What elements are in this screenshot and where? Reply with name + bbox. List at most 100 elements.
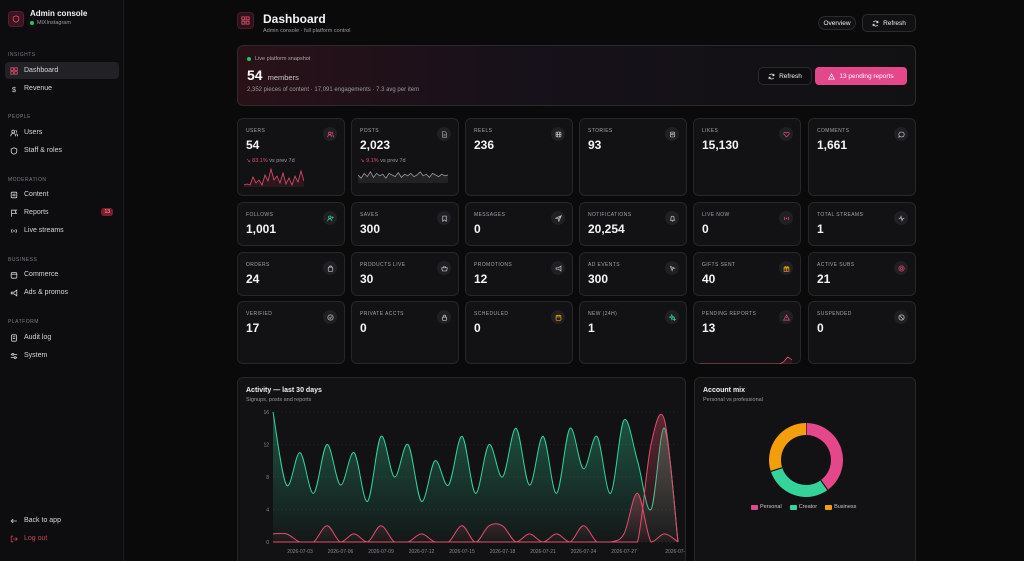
stat-card-verified[interactable]: VERIFIED 17 (237, 301, 345, 364)
sidebar-item-ads-promos[interactable]: Ads & promos (5, 284, 119, 301)
stat-label: PROMOTIONS (474, 262, 513, 268)
logout-link[interactable]: Log out (5, 530, 119, 547)
shield-logo-icon (8, 11, 24, 27)
account-mix-title: Account mix (703, 387, 746, 394)
stat-label: ACTIVE SUBS (817, 262, 855, 268)
back-to-app-label: Back to app (24, 517, 61, 524)
series-area (273, 412, 678, 542)
legend-item-personal: Personal (751, 504, 782, 510)
sidebar-item-staff-roles[interactable]: Staff & roles (5, 142, 119, 159)
story-icon (665, 127, 679, 141)
sidebar-item-dashboard[interactable]: Dashboard (5, 62, 119, 79)
stat-card-promotions[interactable]: PROMOTIONS 12 (465, 252, 573, 296)
bag-icon (323, 261, 337, 275)
stat-card-scheduled[interactable]: SCHEDULED 0 (465, 301, 573, 364)
donut-slice-personal[interactable] (805, 423, 843, 490)
flag-icon (11, 209, 18, 217)
nav-section-insights: INSIGHTS (8, 52, 36, 58)
stat-card-ad-events[interactable]: AD EVENTS 300 (579, 252, 687, 296)
stat-label: SCHEDULED (474, 311, 509, 317)
stat-card-live-now[interactable]: LIVE NOW 0 (693, 202, 801, 246)
stat-card-messages[interactable]: MESSAGES 0 (465, 202, 573, 246)
stat-card-products-live[interactable]: PRODUCTS LIVE 30 (351, 252, 459, 296)
stat-card-users[interactable]: USERS 54 ↘ 83.1% vs prev 7d (237, 118, 345, 196)
sidebar-item-system[interactable]: System (5, 347, 119, 364)
pending-reports-button[interactable]: 13 pending reports (815, 67, 907, 85)
sparkle-icon (665, 310, 679, 324)
broadcast-icon (11, 228, 17, 233)
sidebar-item-commerce[interactable]: Commerce (5, 266, 119, 283)
refresh-icon (872, 20, 879, 26)
stat-card-stories[interactable]: STORIES 93 (579, 118, 687, 196)
donut-slice-creator[interactable] (770, 467, 828, 497)
stat-card-new-24h[interactable]: NEW (24H) 1 (579, 301, 687, 364)
back-to-app-link[interactable]: Back to app (5, 512, 119, 529)
logout-icon (10, 535, 18, 542)
stat-value: 17 (246, 321, 260, 335)
sidebar-item-content[interactable]: Content (5, 186, 119, 203)
bell-icon (665, 211, 679, 225)
sparkline-chart (358, 171, 448, 183)
donut-slice-business[interactable] (769, 423, 807, 472)
stat-card-private-accts[interactable]: PRIVATE ACCTS 0 (351, 301, 459, 364)
stat-label: STORIES (588, 128, 613, 134)
stat-card-notifications[interactable]: NOTIFICATIONS 20,254 (579, 202, 687, 246)
legend-swatch (789, 504, 797, 510)
snapshot-label: Live platform snapshot (255, 56, 311, 62)
brand[interactable]: Admin console MiXInstagram (8, 9, 87, 27)
send-icon (551, 211, 565, 225)
x-tick-label: 2026-07-03 (287, 549, 313, 555)
stat-card-comments[interactable]: COMMENTS 1,661 (808, 118, 916, 196)
stat-card-reels[interactable]: REELS 236 (465, 118, 573, 196)
sidebar-item-audit-log[interactable]: Audit log (5, 329, 119, 346)
stat-label: NOTIFICATIONS (588, 212, 632, 218)
stat-card-active-subs[interactable]: ACTIVE SUBS 21 (808, 252, 916, 296)
sidebar-item-label: Ads & promos (24, 289, 68, 296)
delta-suffix: vs prev 7d (269, 158, 295, 164)
sidebar-item-revenue[interactable]: $ Revenue (5, 80, 119, 97)
overview-button[interactable]: Overview (818, 16, 856, 30)
stat-card-total-streams[interactable]: TOTAL STREAMS 1 (808, 202, 916, 246)
page-header: Dashboard Admin console · full platform … (237, 12, 350, 34)
legend-swatch (825, 504, 833, 510)
stat-label: VERIFIED (246, 311, 273, 317)
activity-panel: Activity — last 30 days Signups, posts a… (237, 377, 686, 561)
pending-reports-label: 13 pending reports (839, 72, 894, 80)
sidebar-item-users[interactable]: Users (5, 124, 119, 141)
stat-card-orders[interactable]: ORDERS 24 (237, 252, 345, 296)
gift-icon (779, 261, 793, 275)
online-status-dot (30, 21, 34, 25)
stat-label: GIFTS SENT (702, 262, 736, 268)
stat-label: ORDERS (246, 262, 270, 268)
snapshot-refresh-button[interactable]: Refresh (758, 67, 812, 85)
nav-section-business: BUSINESS (8, 257, 38, 263)
sidebar-item-reports[interactable]: Reports 13 (5, 204, 119, 221)
activity-chart: 0 4 8 12 16 2026-07-03 2026-07-06 2026-07-09 202… (263, 410, 685, 555)
stat-card-saves[interactable]: SAVES 300 (351, 202, 459, 246)
stat-card-suspended[interactable]: SUSPENDED 0 (808, 301, 916, 364)
stat-value: 236 (474, 138, 495, 152)
content-icon (10, 191, 18, 198)
stat-card-gifts-sent[interactable]: GIFTS SENT 40 (693, 252, 801, 296)
stat-card-likes[interactable]: LIKES 15,130 (693, 118, 801, 196)
stat-delta: ↘ 9.1% vs prev 7d (360, 158, 406, 164)
page-subtitle: Admin console · full platform control (263, 28, 351, 34)
stat-value: 2,023 (360, 138, 391, 152)
stat-card-posts[interactable]: POSTS 2,023 ↘ 9.1% vs prev 7d (351, 118, 459, 196)
stat-value: 0 (702, 222, 709, 236)
stat-value: 93 (588, 138, 602, 152)
user-plus-icon (323, 211, 337, 225)
stat-value: 20,254 (588, 222, 625, 236)
stat-value: 21 (817, 272, 831, 286)
header-refresh-button[interactable]: Refresh (862, 14, 916, 32)
sidebar-item-live-streams[interactable]: Live streams (5, 222, 119, 239)
stat-value: 0 (474, 222, 481, 236)
cart-icon (10, 271, 18, 279)
stat-card-pending-reports[interactable]: PENDING REPORTS 13 (693, 301, 801, 364)
sidebar-item-label: Content (24, 191, 49, 198)
stat-value: 300 (360, 222, 381, 236)
stat-card-follows[interactable]: FOLLOWS 1,001 (237, 202, 345, 246)
stat-label: USERS (246, 128, 266, 134)
shield-icon (10, 146, 18, 155)
stat-value: 40 (702, 272, 716, 286)
